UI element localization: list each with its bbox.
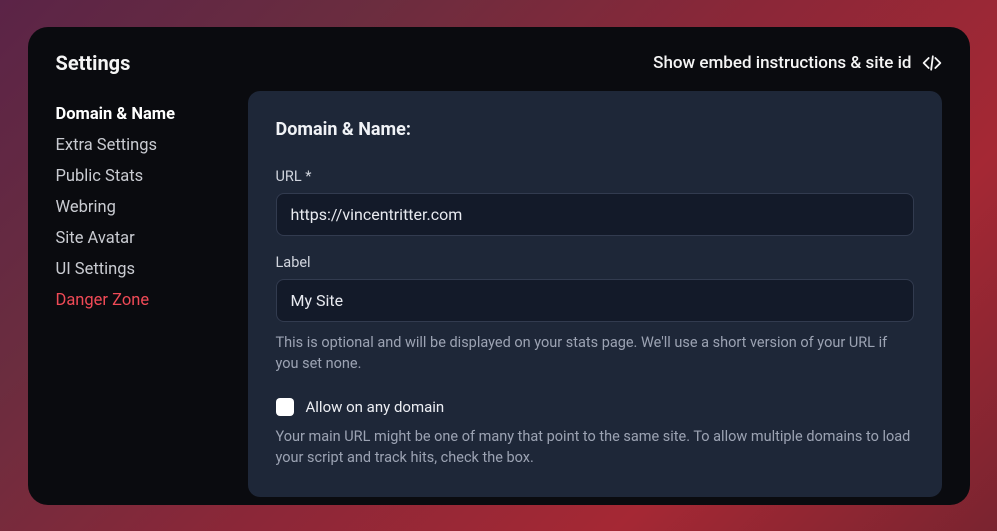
label-help-text: This is optional and will be displayed o… <box>276 332 914 374</box>
url-input[interactable] <box>276 193 914 236</box>
settings-panel: Settings Show embed instructions & site … <box>28 27 970 505</box>
sidebar-item-danger-zone[interactable]: Danger Zone <box>56 285 220 316</box>
page-title: Settings <box>56 51 131 75</box>
allow-any-domain-checkbox[interactable] <box>276 398 294 416</box>
sidebar-item-webring[interactable]: Webring <box>56 192 220 223</box>
url-field: URL * <box>276 168 914 236</box>
allow-any-domain-help: Your main URL might be one of many that … <box>276 426 914 468</box>
embed-instructions-link[interactable]: Show embed instructions & site id <box>653 53 941 73</box>
allow-any-domain-row: Allow on any domain <box>276 398 914 416</box>
label-input[interactable] <box>276 279 914 322</box>
code-icon <box>922 53 942 73</box>
sidebar-item-domain-name[interactable]: Domain & Name <box>56 99 220 130</box>
sidebar: Domain & Name Extra Settings Public Stat… <box>56 91 220 497</box>
sidebar-item-extra-settings[interactable]: Extra Settings <box>56 130 220 161</box>
sidebar-item-public-stats[interactable]: Public Stats <box>56 161 220 192</box>
header: Settings Show embed instructions & site … <box>56 51 942 75</box>
section-title: Domain & Name: <box>276 119 914 140</box>
label-field: Label This is optional and will be displ… <box>276 254 914 374</box>
content-area: Domain & Name: URL * Label This is optio… <box>248 91 942 497</box>
allow-any-domain-label: Allow on any domain <box>306 398 445 416</box>
sidebar-item-ui-settings[interactable]: UI Settings <box>56 254 220 285</box>
url-label: URL * <box>276 168 914 185</box>
embed-instructions-label: Show embed instructions & site id <box>653 53 911 73</box>
sidebar-item-site-avatar[interactable]: Site Avatar <box>56 223 220 254</box>
body: Domain & Name Extra Settings Public Stat… <box>56 91 942 497</box>
label-label: Label <box>276 254 914 271</box>
